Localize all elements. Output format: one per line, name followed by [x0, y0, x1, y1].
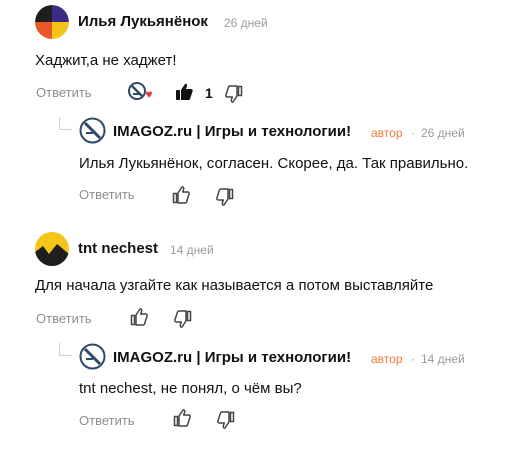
thread-connector: [59, 117, 72, 130]
like-icon[interactable]: [174, 82, 194, 102]
reply-text: tnt nechest, не понял, о чём вы?: [79, 380, 302, 397]
comment-author[interactable]: Илья Лукьянёнок: [78, 13, 208, 30]
avatar[interactable]: [79, 343, 106, 370]
reply-button[interactable]: Ответить: [36, 311, 92, 326]
reply-time: 26 дней: [421, 126, 465, 140]
thread-connector: [59, 343, 72, 356]
dislike-icon[interactable]: [224, 84, 244, 104]
like-icon[interactable]: [129, 307, 149, 327]
reply-author[interactable]: IMAGOZ.ru | Игры и технологии!: [113, 349, 351, 366]
dislike-icon[interactable]: [215, 187, 235, 207]
author-badge: автор: [371, 352, 403, 366]
comment-time: 26 дней: [224, 16, 268, 30]
comment-author[interactable]: tnt nechest: [78, 240, 158, 257]
separator-dot: ·: [411, 126, 415, 140]
dislike-icon[interactable]: [216, 410, 236, 430]
reply-button[interactable]: Ответить: [79, 187, 135, 202]
like-count: 1: [205, 85, 213, 101]
comment-time: 14 дней: [170, 243, 214, 257]
avatar[interactable]: [35, 5, 69, 39]
like-icon[interactable]: [171, 185, 191, 205]
reply-author[interactable]: IMAGOZ.ru | Игры и технологии!: [113, 123, 351, 140]
avatar[interactable]: [79, 117, 106, 144]
dislike-icon[interactable]: [173, 309, 193, 329]
reply-button[interactable]: Ответить: [36, 85, 92, 100]
separator-dot: ·: [411, 352, 415, 366]
reply-button[interactable]: Ответить: [79, 413, 135, 428]
comment-text: Для начала узгайте как называется а пото…: [35, 277, 434, 294]
author-badge: автор: [371, 126, 403, 140]
like-icon[interactable]: [172, 408, 192, 428]
reply-text: Илья Лукьянёнок, согласен. Скорее, да. Т…: [79, 155, 469, 172]
reply-time: 14 дней: [421, 352, 465, 366]
author-liked-icon: [127, 80, 155, 104]
avatar[interactable]: [35, 232, 69, 266]
comment-text: Хаджит,а не хаджет!: [35, 52, 177, 69]
